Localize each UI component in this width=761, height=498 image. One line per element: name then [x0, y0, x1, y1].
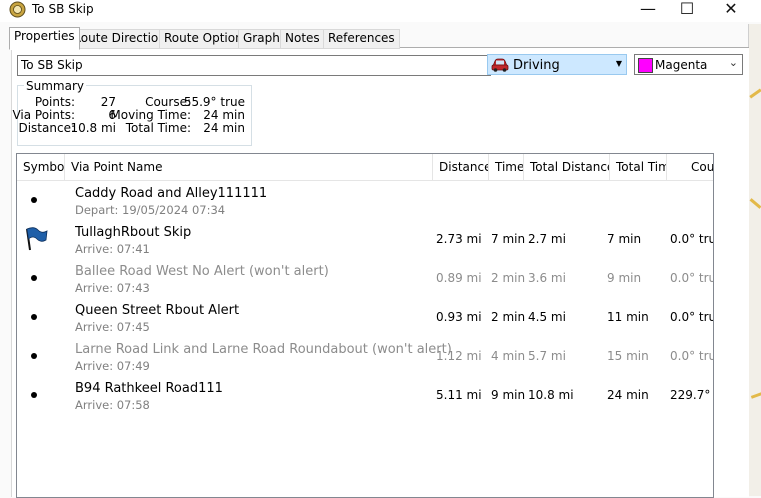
tab-properties[interactable]: Properties: [9, 27, 80, 50]
via-point-name: Larne Road Link and Larne Road Roundabou…: [75, 342, 452, 357]
header-via-point-name[interactable]: Via Point Name: [65, 154, 433, 180]
via-point-arrival: Arrive: 07:45: [75, 320, 150, 334]
cell-course: 0.0° true: [670, 349, 713, 363]
cell-time: 7 min: [491, 232, 526, 246]
via-points-table[interactable]: Symbol Via Point Name Distance Time Tota…: [16, 153, 714, 498]
cell-time: 4 min: [491, 349, 526, 363]
maximize-button[interactable]: ☐: [665, 0, 709, 20]
bullet-icon: [31, 314, 37, 320]
dropdown-arrow-icon: ▼: [615, 59, 622, 68]
route-app-icon: [9, 1, 26, 18]
table-row[interactable]: TullaghRbout Skip Arrive: 07:41 2.73 mi 7 m…: [17, 220, 713, 259]
cell-total-time: 11 min: [607, 310, 649, 324]
via-point-arrival: Arrive: 07:41: [75, 242, 150, 256]
table-row[interactable]: Ballee Road West No Alert (won't alert) A…: [17, 259, 713, 298]
cell-distance: 5.11 mi: [436, 388, 482, 402]
cell-total-time: 9 min: [607, 271, 642, 285]
cell-total-distance: 4.5 mi: [528, 310, 566, 324]
cell-course: 0.0° true: [670, 232, 713, 246]
transport-mode-select[interactable]: Driving ▼: [487, 54, 627, 75]
cell-total-distance: 2.7 mi: [528, 232, 566, 246]
chevron-down-icon: ⌄: [728, 56, 738, 69]
flag-icon: [26, 227, 48, 251]
route-name-input[interactable]: To SB Skip: [17, 55, 491, 76]
via-point-arrival: Arrive: 07:49: [75, 359, 150, 373]
cell-time: 2 min: [491, 271, 526, 285]
mode-label: Driving: [513, 58, 560, 73]
tab-notes[interactable]: Notes: [280, 29, 325, 49]
summary-group: Summary Points: 27 Via Points: 6 Distanc…: [12, 79, 252, 146]
table-row[interactable]: B94 Rathkeel Road111 Arrive: 07:58 5.11 mi…: [17, 376, 713, 415]
map-background-strip: [748, 24, 761, 496]
cell-total-distance: 5.7 mi: [528, 349, 566, 363]
color-label: Magenta: [655, 58, 708, 72]
bullet-icon: [31, 353, 37, 359]
via-point-arrival: Depart: 19/05/2024 07:34: [75, 203, 226, 217]
header-time[interactable]: Time: [489, 154, 524, 180]
cell-distance: 0.93 mi: [436, 310, 482, 324]
summary-legend: Summary: [24, 79, 86, 93]
header-symbol[interactable]: Symbol: [17, 154, 65, 180]
cell-time: 9 min: [491, 388, 526, 402]
via-point-arrival: Arrive: 07:58: [75, 398, 150, 412]
bullet-icon: [31, 197, 37, 203]
cell-distance: 1.12 mi: [436, 349, 482, 363]
color-swatch: [638, 58, 653, 73]
cell-course: 0.0° true: [670, 310, 713, 324]
table-row[interactable]: Caddy Road and Alley111111 Depart: 19/05/…: [17, 181, 713, 220]
cell-total-distance: 3.6 mi: [528, 271, 566, 285]
route-color-select[interactable]: Magenta ⌄: [634, 54, 743, 75]
cell-total-time: 7 min: [607, 232, 642, 246]
cell-time: 2 min: [491, 310, 526, 324]
bullet-icon: [31, 392, 37, 398]
via-point-arrival: Arrive: 07:43: [75, 281, 150, 295]
total-time-label: Total Time:: [125, 121, 191, 135]
header-distance[interactable]: Distance: [433, 154, 489, 180]
table-header: Symbol Via Point Name Distance Time Tota…: [17, 154, 713, 181]
header-course[interactable]: Cou: [667, 154, 713, 180]
distance-value: 10.8 mi: [70, 121, 116, 135]
bullet-icon: [31, 275, 37, 281]
via-point-name: TullaghRbout Skip: [75, 225, 192, 240]
cell-distance: 2.73 mi: [436, 232, 482, 246]
header-total-time[interactable]: Total Time: [610, 154, 667, 180]
close-button[interactable]: ✕: [709, 0, 753, 20]
cell-total-distance: 10.8 mi: [528, 388, 574, 402]
table-row[interactable]: Queen Street Rbout Alert Arrive: 07:45 0.9…: [17, 298, 713, 337]
window-title: To SB Skip: [32, 2, 94, 16]
tab-references[interactable]: References: [323, 29, 400, 49]
cell-total-time: 15 min: [607, 349, 649, 363]
cell-total-time: 24 min: [607, 388, 649, 402]
tab-graph[interactable]: Graph: [238, 29, 285, 49]
via-point-name: Ballee Road West No Alert (won't alert): [75, 264, 329, 279]
title-bar: To SB Skip — ☐ ✕: [0, 0, 761, 22]
car-icon: [491, 58, 509, 72]
total-time-value: 24 min: [203, 121, 245, 135]
minimize-button[interactable]: —: [626, 0, 670, 20]
cell-distance: 0.89 mi: [436, 271, 482, 285]
via-point-name: Queen Street Rbout Alert: [75, 303, 240, 318]
via-point-name: B94 Rathkeel Road111: [75, 381, 223, 396]
via-point-name: Caddy Road and Alley111111: [75, 186, 268, 201]
distance-label: Distance:: [18, 121, 75, 135]
table-row[interactable]: Larne Road Link and Larne Road Roundabou…: [17, 337, 713, 376]
header-total-distance[interactable]: Total Distance: [524, 154, 610, 180]
cell-course: 229.7° tr: [670, 388, 713, 402]
cell-course: 0.0° true: [670, 271, 713, 285]
